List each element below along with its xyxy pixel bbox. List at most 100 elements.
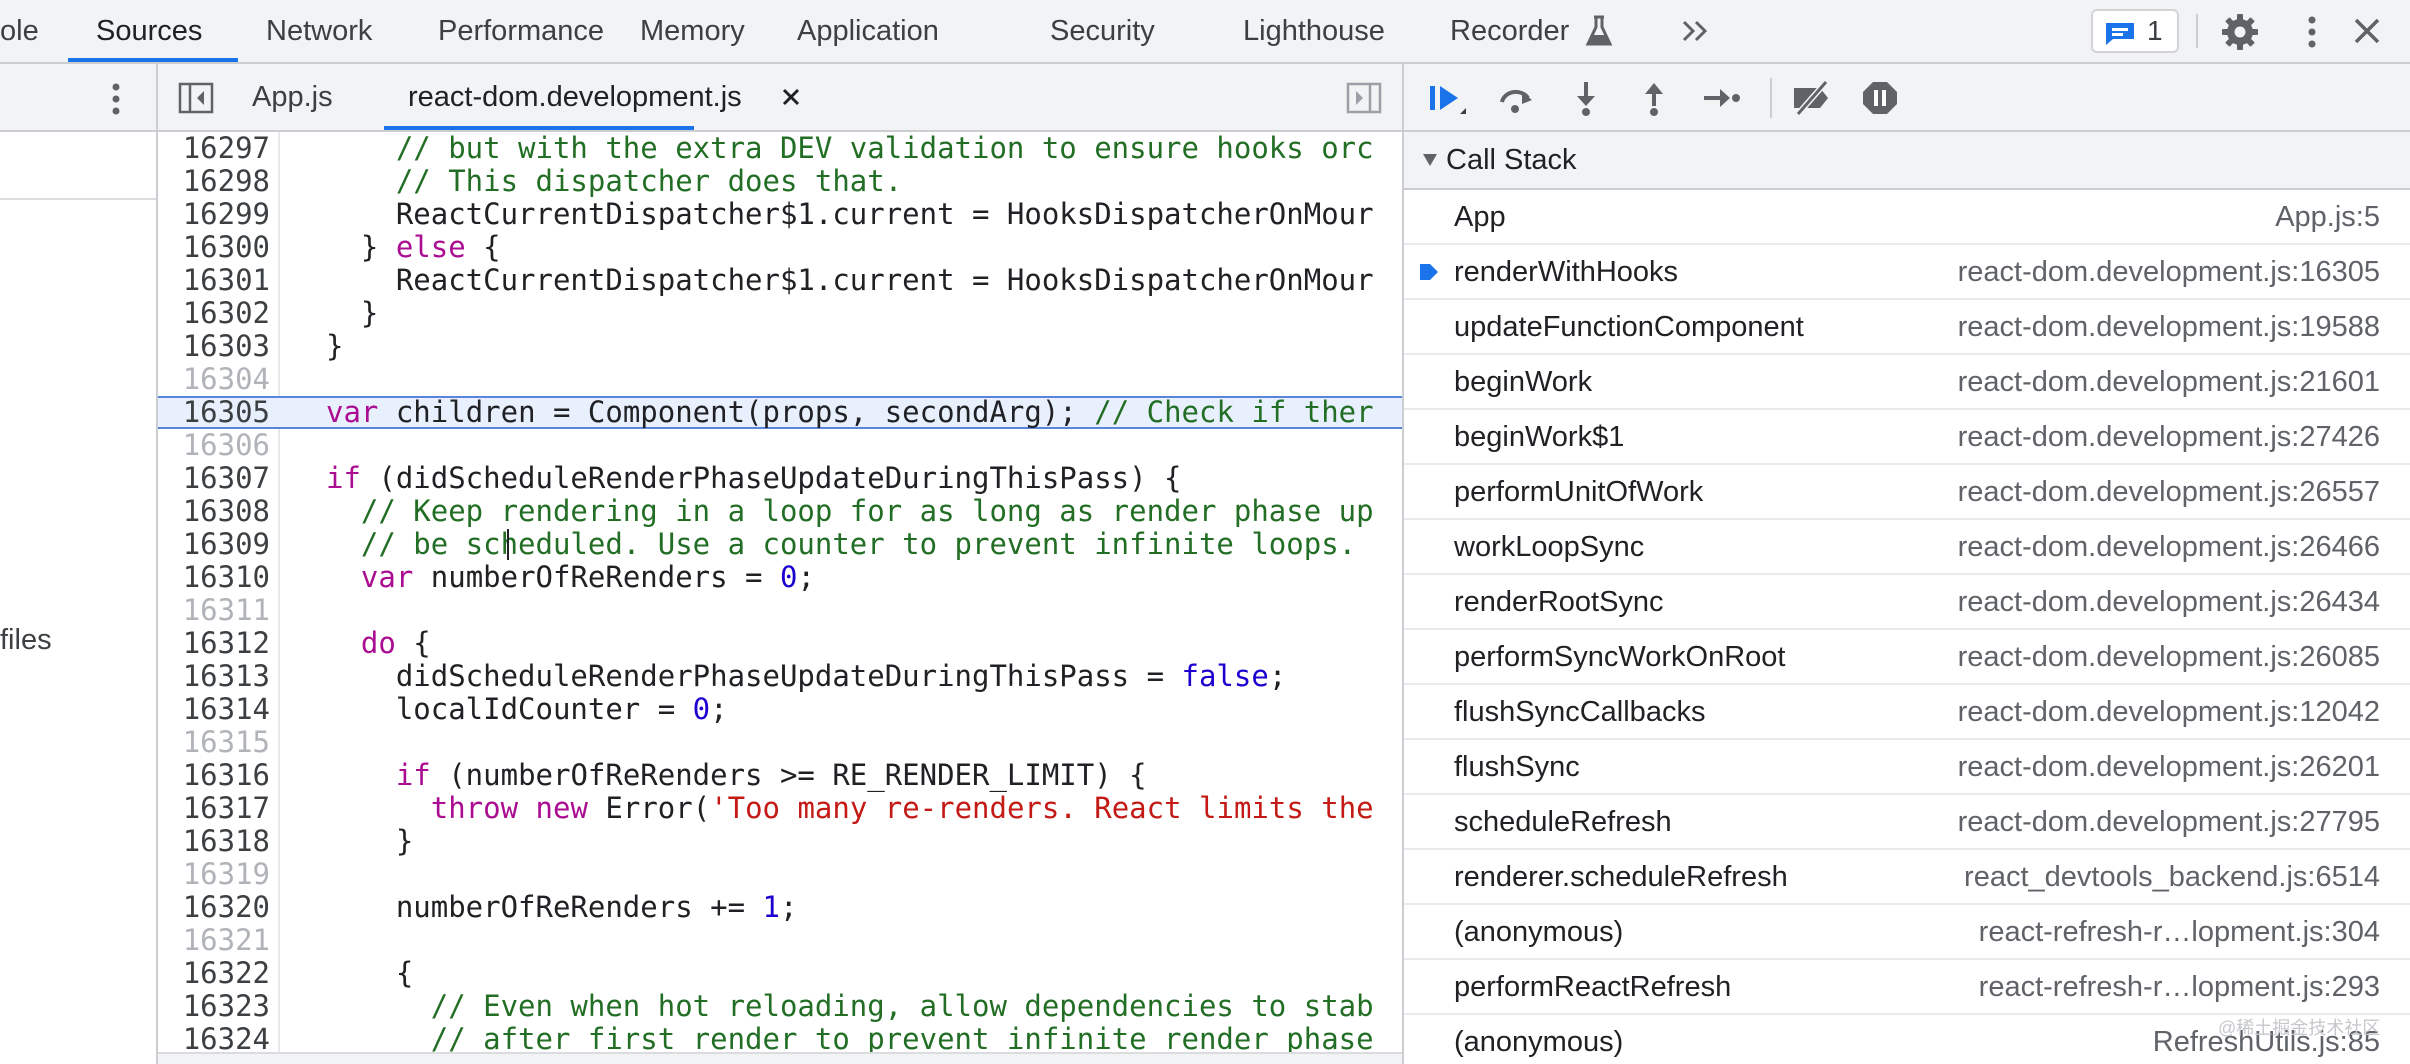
frame-location[interactable]: react-dom.development.js:27795 — [1958, 795, 2380, 850]
frame-function-name: renderer.scheduleRefresh — [1454, 861, 1788, 893]
frame-location[interactable]: react-dom.development.js:16305 — [1958, 245, 2380, 300]
line-number[interactable]: 16301 — [158, 264, 270, 297]
navigator-more-options-icon[interactable] — [104, 80, 128, 118]
frame-function-name: renderWithHooks — [1454, 256, 1679, 288]
code-text: } — [326, 329, 344, 363]
code-area[interactable]: 16297 // but with the extra DEV validati… — [158, 132, 1402, 1052]
debugger-toolbar — [1404, 64, 2410, 132]
paused-code-line: 16305 var children = Component(props, sec… — [158, 396, 1402, 429]
call-stack-section-header[interactable]: Call Stack — [1404, 132, 2410, 190]
step-icon[interactable] — [1700, 78, 1744, 118]
call-frame[interactable]: performSyncWorkOnRoot react-dom.developm… — [1404, 630, 2410, 685]
pause-on-exceptions-icon[interactable] — [1858, 78, 1902, 118]
frame-function-name: performUnitOfWork — [1454, 476, 1704, 508]
line-number[interactable]: 16310 — [158, 561, 270, 594]
call-frame[interactable]: beginWork react-dom.development.js:21601 — [1404, 355, 2410, 410]
line-number[interactable]: 16307 — [158, 462, 270, 495]
call-frame[interactable]: workLoopSync react-dom.development.js:26… — [1404, 520, 2410, 575]
gear-icon[interactable] — [2220, 12, 2260, 52]
call-frame[interactable]: performReactRefresh react-refresh-r…lopm… — [1404, 960, 2410, 1015]
line-number[interactable]: 16313 — [158, 660, 270, 693]
frame-location[interactable]: react-dom.development.js:19588 — [1958, 300, 2380, 355]
step-over-icon[interactable] — [1494, 78, 1538, 118]
tab-security[interactable]: Security — [1050, 0, 1155, 62]
step-out-icon[interactable] — [1632, 78, 1676, 118]
line-number[interactable]: 16303 — [158, 330, 270, 363]
line-number[interactable]: 16322 — [158, 957, 270, 990]
frame-location[interactable]: react-dom.development.js:26557 — [1958, 465, 2380, 520]
tab-recorder[interactable]: Recorder — [1450, 0, 1569, 62]
call-frame[interactable]: flushSync react-dom.development.js:26201 — [1404, 740, 2410, 795]
call-frame[interactable]: scheduleRefresh react-dom.development.js… — [1404, 795, 2410, 850]
line-number[interactable]: 16299 — [158, 198, 270, 231]
frame-location[interactable]: react-dom.development.js:12042 — [1958, 685, 2380, 740]
source-editor: App.js react-dom.development.js 16297 //… — [158, 64, 1402, 1064]
tab-memory[interactable]: Memory — [640, 0, 745, 62]
file-tab-react-dom[interactable]: react-dom.development.js — [408, 64, 742, 130]
flask-icon — [1585, 15, 1613, 46]
frame-location[interactable]: App.js:5 — [2275, 190, 2380, 245]
frame-location[interactable]: react-dom.development.js:26201 — [1958, 740, 2380, 795]
call-frame[interactable]: flushSyncCallbacks react-dom.development… — [1404, 685, 2410, 740]
line-number[interactable]: 16321 — [158, 924, 270, 957]
frame-location[interactable]: react-refresh-r…lopment.js:304 — [1979, 905, 2380, 960]
deactivate-breakpoints-icon[interactable] — [1790, 78, 1834, 118]
tab-application[interactable]: Application — [797, 0, 939, 62]
line-number[interactable]: 16305 — [158, 396, 270, 429]
call-frame[interactable]: renderRootSync react-dom.development.js:… — [1404, 575, 2410, 630]
line-number[interactable]: 16306 — [158, 429, 270, 462]
tab-lighthouse[interactable]: Lighthouse — [1243, 0, 1385, 62]
line-number[interactable]: 16318 — [158, 825, 270, 858]
tab-sources[interactable]: Sources — [96, 0, 202, 62]
line-number[interactable]: 16320 — [158, 891, 270, 924]
file-tab-app-js[interactable]: App.js — [252, 64, 333, 130]
line-number[interactable]: 16300 — [158, 231, 270, 264]
frame-location[interactable]: react-dom.development.js:26466 — [1958, 520, 2380, 575]
tab-performance[interactable]: Performance — [438, 0, 604, 62]
line-number[interactable]: 16323 — [158, 990, 270, 1023]
line-number[interactable]: 16297 — [158, 132, 270, 165]
frame-location[interactable]: react-dom.development.js:26085 — [1958, 630, 2380, 685]
frame-location[interactable]: react-dom.development.js:21601 — [1958, 355, 2380, 410]
tab-console[interactable]: ole — [0, 0, 39, 62]
line-number[interactable]: 16315 — [158, 726, 270, 759]
call-frame[interactable]: App App.js:5 — [1404, 190, 2410, 245]
line-number[interactable]: 16308 — [158, 495, 270, 528]
close-icon[interactable] — [2350, 14, 2384, 48]
line-number[interactable]: 16311 — [158, 594, 270, 627]
call-frame[interactable]: updateFunctionComponent react-dom.develo… — [1404, 300, 2410, 355]
call-frame[interactable]: (anonymous) react-refresh-r…lopment.js:3… — [1404, 905, 2410, 960]
line-number[interactable]: 16317 — [158, 792, 270, 825]
editor-horizontal-scrollbar[interactable] — [158, 1052, 1402, 1064]
more-tabs-chevron-icon[interactable] — [1680, 14, 1712, 48]
line-number[interactable]: 16304 — [158, 363, 270, 396]
tab-network[interactable]: Network — [266, 0, 372, 62]
frame-location[interactable]: react-dom.development.js:27426 — [1958, 410, 2380, 465]
toggle-debugger-sidebar-icon[interactable] — [1346, 82, 1382, 114]
frame-function-name: performSyncWorkOnRoot — [1454, 641, 1786, 673]
expand-triangle-icon[interactable] — [1422, 153, 1438, 167]
more-options-icon[interactable] — [2300, 12, 2324, 52]
close-tab-icon[interactable] — [780, 86, 802, 108]
frame-location[interactable]: react-dom.development.js:26434 — [1958, 575, 2380, 630]
step-into-icon[interactable] — [1564, 78, 1608, 118]
code-text: ReactCurrentDispatcher$1.current = Hooks… — [326, 197, 1374, 231]
call-frame[interactable]: beginWork$1 react-dom.development.js:274… — [1404, 410, 2410, 465]
call-frame[interactable]: renderer.scheduleRefresh react_devtools_… — [1404, 850, 2410, 905]
toggle-navigator-icon[interactable] — [178, 82, 214, 114]
call-frame[interactable]: performUnitOfWork react-dom.development.… — [1404, 465, 2410, 520]
frame-location[interactable]: react-refresh-r…lopment.js:293 — [1979, 960, 2380, 1015]
line-number[interactable]: 16302 — [158, 297, 270, 330]
line-number[interactable]: 16309 — [158, 528, 270, 561]
line-number[interactable]: 16319 — [158, 858, 270, 891]
frame-location[interactable]: react_devtools_backend.js:6514 — [1964, 850, 2380, 905]
line-number[interactable]: 16314 — [158, 693, 270, 726]
line-number[interactable]: 16316 — [158, 759, 270, 792]
resume-icon[interactable] — [1426, 78, 1470, 118]
line-number[interactable]: 16312 — [158, 627, 270, 660]
call-frame-current[interactable]: renderWithHooks react-dom.development.js… — [1404, 245, 2410, 300]
issues-button[interactable]: 1 — [2091, 9, 2179, 53]
issues-count: 1 — [2147, 15, 2163, 46]
line-number[interactable]: 16324 — [158, 1023, 270, 1053]
line-number[interactable]: 16298 — [158, 165, 270, 198]
